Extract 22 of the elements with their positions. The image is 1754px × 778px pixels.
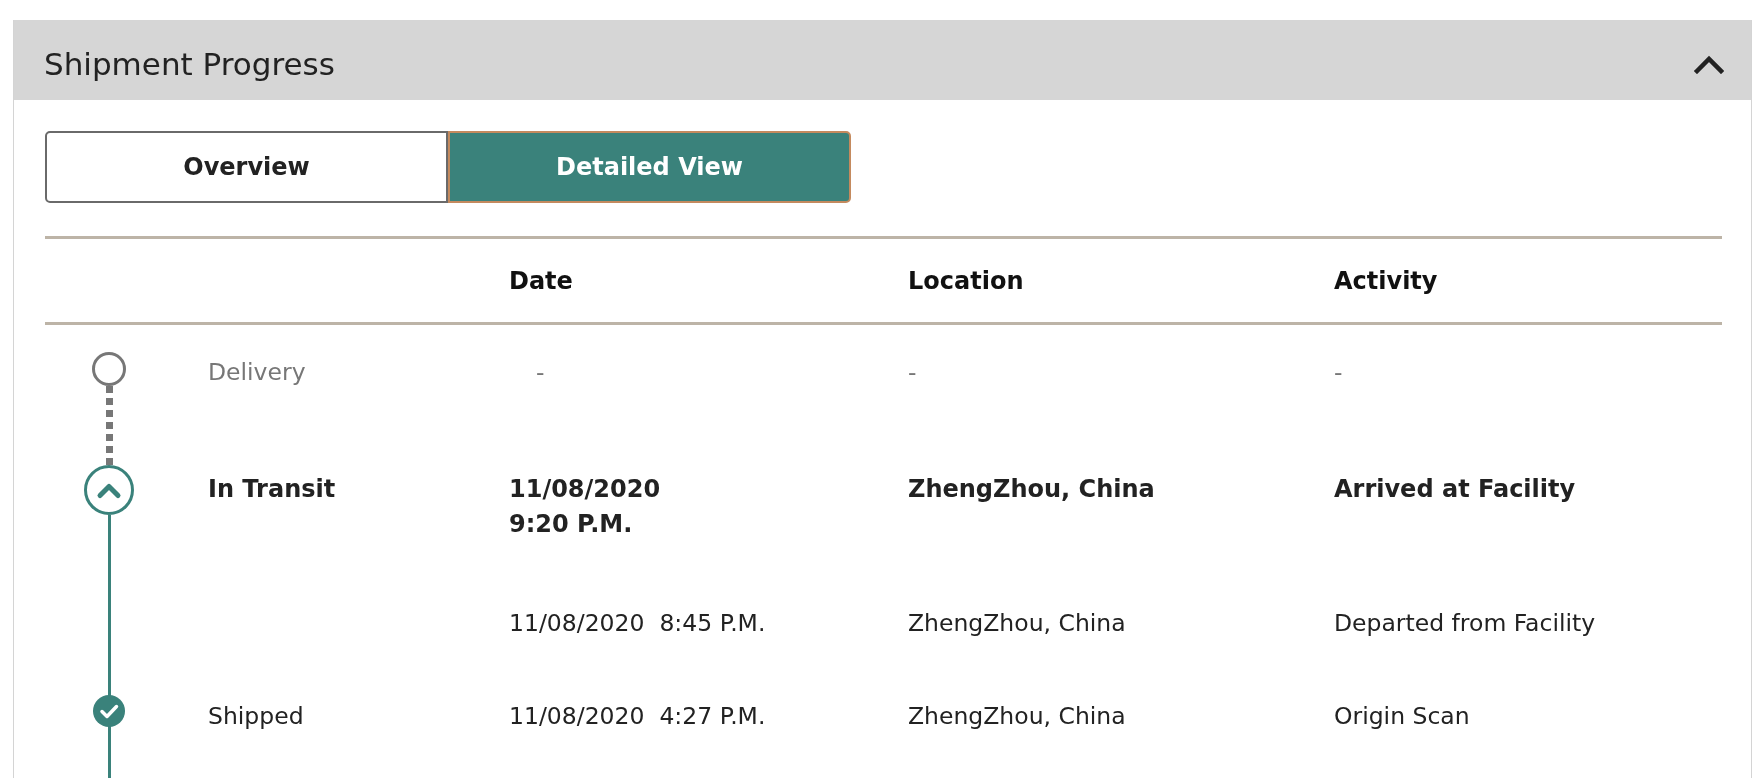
event-location: ZhengZhou, China	[908, 609, 1126, 637]
event-date-time: -	[536, 358, 545, 386]
column-header: Date	[509, 266, 573, 295]
event-activity: Departed from Facility	[1334, 609, 1596, 637]
event-date-time: 11/08/2020 9:20 P.M.	[509, 474, 661, 540]
column-header: Location	[908, 266, 1024, 295]
status-label: Delivery	[208, 358, 306, 386]
view-tab[interactable]: Overview	[45, 131, 448, 203]
status-label: Shipped	[208, 702, 304, 730]
event-date-time: 11/08/2020 4:27 P.M.	[509, 702, 766, 730]
event-activity: Arrived at Facility	[1334, 475, 1576, 503]
panel-title: Shipment Progress	[44, 45, 335, 83]
event-location: -	[908, 358, 917, 386]
view-tab[interactable]: Detailed View	[448, 131, 851, 203]
event-activity: -	[1334, 358, 1343, 386]
chevron-up-button[interactable]	[1694, 54, 1724, 74]
event-date-time: 11/08/2020 8:45 P.M.	[509, 609, 766, 637]
event-location: ZhengZhou, China	[908, 702, 1126, 730]
event-activity: Origin Scan	[1334, 702, 1470, 730]
column-header: Activity	[1334, 266, 1438, 295]
event-location: ZhengZhou, China	[908, 475, 1155, 503]
status-label: In Transit	[208, 475, 336, 503]
